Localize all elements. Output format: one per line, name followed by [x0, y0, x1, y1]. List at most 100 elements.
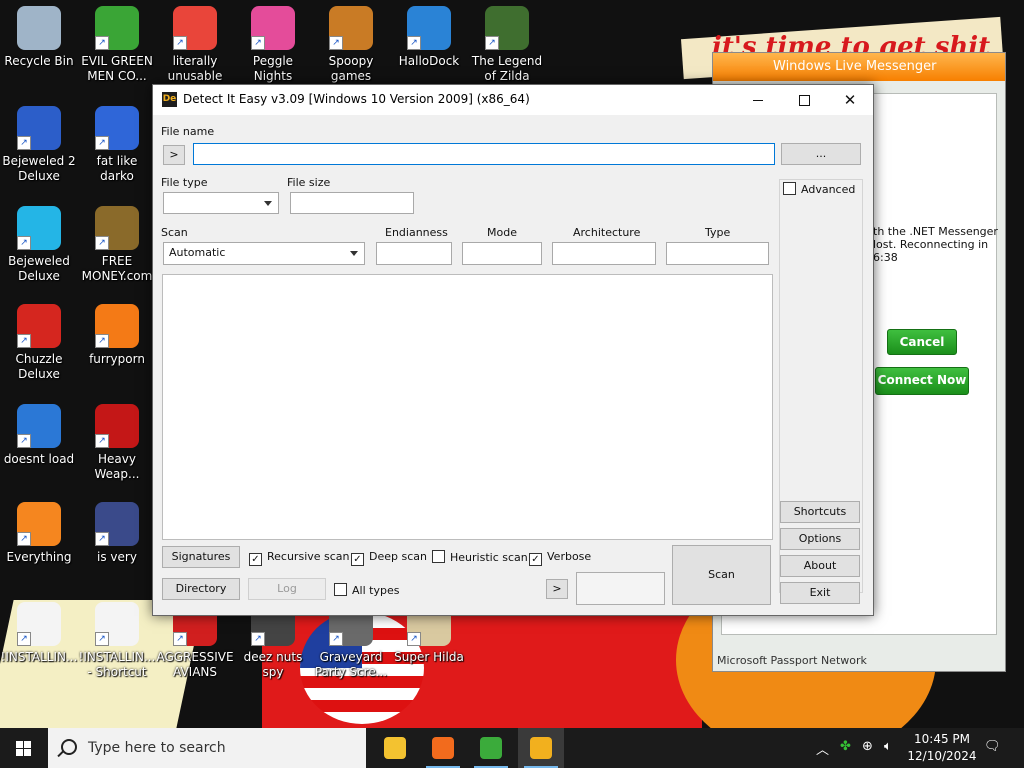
show-hidden-icons-chevron-icon[interactable]: ︿ [816, 739, 829, 758]
desktop-icon[interactable]: ↗ !INSTALLIN... [0, 602, 78, 665]
taskbar-app-firefox[interactable] [420, 728, 466, 768]
desktop-icon-label: Heavy Weap... [94, 452, 140, 481]
desktop-icon-label: is very [97, 550, 137, 564]
exit-button[interactable]: Exit [780, 582, 860, 604]
scan-label: Scan [161, 226, 188, 239]
taskbar-app-detect-it-easy[interactable] [518, 728, 564, 768]
desktop-icon[interactable]: ↗ Chuzzle Deluxe [0, 304, 78, 382]
desktop-icon[interactable]: ↗ The Legend of Zilda [468, 6, 546, 84]
type-label: Type [705, 226, 731, 239]
messenger-connect-button[interactable]: Connect Now [875, 367, 969, 395]
log-button[interactable]: Log [248, 578, 326, 600]
network-globe-icon[interactable]: ⊕ [862, 739, 873, 754]
file-name-input[interactable] [193, 143, 775, 165]
close-icon: ✕ [843, 91, 857, 109]
desktop-icon-label: Graveyard Party Scre... [314, 650, 388, 679]
app-icon: ↗ [95, 106, 139, 150]
desktop-icon-label: Spoopy games [328, 54, 374, 83]
app-icon: ↗ [407, 6, 451, 50]
signatures-button[interactable]: Signatures [162, 546, 240, 568]
app-icon: ↗ [251, 6, 295, 50]
browse-button[interactable]: ... [781, 143, 861, 165]
desktop-icon[interactable]: ↗ EVIL GREEN MEN CO... [78, 6, 156, 84]
desktop-icon-label: !INSTALLIN... - Shortcut [78, 650, 156, 679]
shortcuts-button[interactable]: Shortcuts [780, 501, 860, 523]
desktop-icon[interactable]: ↗ HalloDock [390, 6, 468, 69]
directory-button[interactable]: Directory [162, 578, 240, 600]
app-icon: ↗ [95, 602, 139, 646]
messenger-titlebar[interactable]: Windows Live Messenger [713, 53, 1005, 81]
recursive-scan-checkbox[interactable]: ✓ Recursive scan [249, 550, 350, 566]
scan-button[interactable]: Scan [672, 545, 771, 605]
desktop-icon[interactable]: ↗ is very [78, 502, 156, 565]
clock-time: 10:45 PM [914, 732, 970, 746]
shortcut-arrow-icon: ↗ [173, 632, 187, 646]
desktop-icon[interactable]: ↗ fat like darko [78, 106, 156, 184]
advanced-checkbox[interactable]: Advanced [783, 182, 855, 197]
maximize-button[interactable] [781, 85, 827, 115]
shortcut-arrow-icon: ↗ [95, 632, 109, 646]
taskbar-app-file-explorer[interactable] [372, 728, 418, 768]
taskbar-clock[interactable]: 10:45 PM 12/10/2024 [906, 731, 978, 765]
shortcut-arrow-icon: ↗ [17, 334, 31, 348]
shortcut-arrow-icon: ↗ [329, 632, 343, 646]
desktop-icon[interactable]: ↗ Bejeweled Deluxe [0, 206, 78, 284]
about-button[interactable]: About [780, 555, 860, 577]
file-size-label: File size [287, 176, 331, 189]
desktop-icon[interactable]: ↗ Spoopy games [312, 6, 390, 84]
desktop-icon[interactable]: Recycle Bin [0, 6, 78, 69]
app-icon: ↗ [95, 502, 139, 546]
endianness-label: Endianness [385, 226, 448, 239]
app-icon [17, 6, 61, 50]
verbose-checkbox[interactable]: ✓ Verbose [529, 550, 591, 566]
advanced-label: Advanced [801, 183, 856, 196]
die-titlebar[interactable]: De Detect It Easy v3.09 [Windows 10 Vers… [153, 85, 873, 115]
file-arrow-button[interactable]: > [163, 145, 185, 165]
app-icon: ↗ [95, 404, 139, 448]
close-button[interactable]: ✕ [827, 85, 873, 115]
desktop-icon[interactable]: ↗ furryporn [78, 304, 156, 367]
desktop-icon-label: EVIL GREEN MEN CO... [81, 54, 153, 83]
desktop-icon[interactable]: ↗ Heavy Weap... [78, 404, 156, 482]
mode-label: Mode [487, 226, 517, 239]
maximize-icon [798, 95, 810, 106]
taskbar-search-box[interactable]: Type here to search [48, 728, 366, 768]
desktop-icon-label: Bejeweled 2 Deluxe [2, 154, 76, 183]
desktop-icon[interactable]: ↗ literally unusable [156, 6, 234, 84]
shortcut-arrow-icon: ↗ [17, 632, 31, 646]
next-arrow-button[interactable]: > [546, 579, 568, 599]
all-types-checkbox[interactable]: All types [334, 583, 399, 598]
options-button[interactable]: Options [780, 528, 860, 550]
app-icon: ↗ [173, 6, 217, 50]
desktop-icon[interactable]: ↗ !INSTALLIN... - Shortcut [78, 602, 156, 680]
shortcut-arrow-icon: ↗ [251, 36, 265, 50]
desktop-icon[interactable]: ↗ FREE MONEY.com [78, 206, 156, 284]
volume-icon[interactable]: 🔈︎ [884, 739, 892, 754]
deep-scan-checkbox[interactable]: ✓ Deep scan [351, 550, 427, 566]
checkbox-box [432, 550, 445, 563]
shortcut-arrow-icon: ↗ [17, 136, 31, 150]
start-button[interactable] [0, 728, 48, 768]
shortcut-arrow-icon: ↗ [95, 36, 109, 50]
heuristic-scan-checkbox[interactable]: Heuristic scan [432, 550, 528, 565]
minimize-button[interactable] [735, 85, 781, 115]
desktop-icon-label: doesnt load [3, 452, 75, 466]
taskbar-app-messenger[interactable] [468, 728, 514, 768]
messenger-cancel-button[interactable]: Cancel [887, 329, 957, 355]
file-type-select[interactable] [163, 192, 279, 214]
desktop-icon[interactable]: ↗ Bejeweled 2 Deluxe [0, 106, 78, 184]
die-window[interactable]: De Detect It Easy v3.09 [Windows 10 Vers… [152, 84, 874, 616]
endianness-field [376, 242, 452, 265]
checkbox-box [334, 583, 347, 596]
desktop-icon[interactable]: ↗ Everything [0, 502, 78, 565]
scan-results-panel[interactable] [162, 274, 773, 540]
app-icon: ↗ [485, 6, 529, 50]
taskbar: Type here to search ︿ ✤ ⊕ 🔈︎ 10:45 PM 12… [0, 728, 1024, 768]
clover-tray-icon[interactable]: ✤ [840, 739, 851, 754]
shortcut-arrow-icon: ↗ [407, 36, 421, 50]
messenger-status-text: th the .NET Messenger lost. Reconnecting… [873, 225, 998, 264]
scan-mode-select[interactable]: Automatic [163, 242, 365, 265]
type-field [666, 242, 769, 265]
notifications-icon[interactable]: 🗨︎ [984, 739, 1001, 754]
desktop-icon[interactable]: ↗ doesnt load [0, 404, 78, 467]
